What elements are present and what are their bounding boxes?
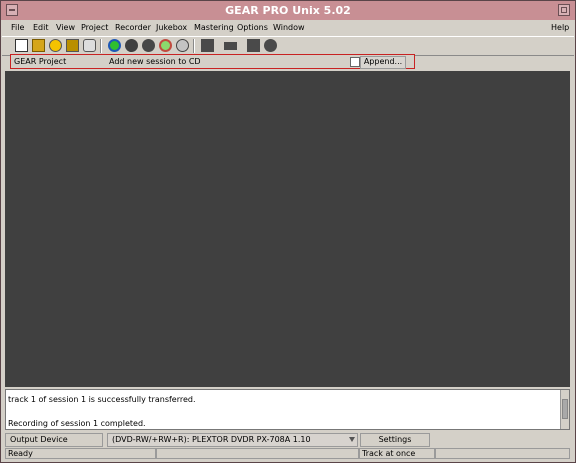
title-bar: GEAR PRO Unix 5.02 xyxy=(1,1,575,20)
menu-mastering[interactable]: Mastering xyxy=(194,23,234,32)
status-middle xyxy=(156,448,359,459)
output-device-select[interactable]: (DVD-RW/+RW+R): PLEXTOR DVDR PX-708A 1.1… xyxy=(107,433,358,447)
output-device-label: Output Device xyxy=(5,433,103,447)
maximize-button[interactable] xyxy=(558,4,570,16)
log-panel: track 1 of session 1 is successfully tra… xyxy=(5,389,570,430)
log-scrollbar[interactable] xyxy=(560,390,569,429)
workspace xyxy=(5,71,570,387)
toolbar xyxy=(2,36,574,56)
chevron-down-icon xyxy=(349,437,355,442)
append-button[interactable]: Append... xyxy=(360,56,406,69)
cd-add-icon[interactable] xyxy=(49,39,62,52)
menu-window[interactable]: Window xyxy=(273,23,305,32)
toolbar-separator xyxy=(100,39,102,53)
folder-icon[interactable] xyxy=(247,39,260,52)
hand-icon[interactable] xyxy=(83,39,96,52)
folder-open-icon[interactable] xyxy=(66,39,79,52)
menu-help[interactable]: Help xyxy=(551,23,569,32)
chat-icon[interactable] xyxy=(264,39,277,52)
status-left: Ready xyxy=(5,448,156,459)
settings-button[interactable]: Settings xyxy=(360,433,430,447)
menu-project[interactable]: Project xyxy=(81,23,108,32)
project-action: Add new session to CD xyxy=(109,57,201,66)
status-right: Track at once xyxy=(359,448,435,459)
gray-disc-icon[interactable] xyxy=(125,39,138,52)
menu-recorder[interactable]: Recorder xyxy=(115,23,151,32)
menu-options[interactable]: Options xyxy=(237,23,268,32)
disc-green-icon[interactable] xyxy=(159,39,172,52)
project-name: GEAR Project xyxy=(14,57,67,66)
menu-bar: File Edit View Project Recorder Jukebox … xyxy=(2,21,574,35)
menu-jukebox[interactable]: Jukebox xyxy=(156,23,187,32)
new-document-icon[interactable] xyxy=(15,39,28,52)
window-title: GEAR PRO Unix 5.02 xyxy=(225,4,351,17)
application-window: GEAR PRO Unix 5.02 File Edit View Projec… xyxy=(0,0,576,463)
project-bar: GEAR Project Add new session to CD Appen… xyxy=(10,54,415,69)
gray-cd-icon[interactable] xyxy=(142,39,155,52)
session-checkbox[interactable] xyxy=(350,57,360,67)
open-folder-icon[interactable] xyxy=(32,39,45,52)
menu-view[interactable]: View xyxy=(56,23,75,32)
menu-edit[interactable]: Edit xyxy=(33,23,49,32)
drive-icon[interactable] xyxy=(224,42,237,50)
stop-icon[interactable] xyxy=(201,39,214,52)
log-line: track 1 of session 1 is successfully tra… xyxy=(8,395,196,404)
log-line: Recording of session 1 completed. xyxy=(8,419,146,428)
info-icon[interactable] xyxy=(108,39,121,52)
status-extra xyxy=(435,448,570,459)
output-device-row: Output Device (DVD-RW/+RW+R): PLEXTOR DV… xyxy=(5,432,570,448)
menu-file[interactable]: File xyxy=(11,23,24,32)
disc-check-icon[interactable] xyxy=(176,39,189,52)
scroll-thumb[interactable] xyxy=(562,399,568,419)
toolbar-separator xyxy=(193,39,195,53)
status-bar: Ready Track at once xyxy=(5,448,570,460)
output-device-value: (DVD-RW/+RW+R): PLEXTOR DVDR PX-708A 1.1… xyxy=(112,435,311,444)
